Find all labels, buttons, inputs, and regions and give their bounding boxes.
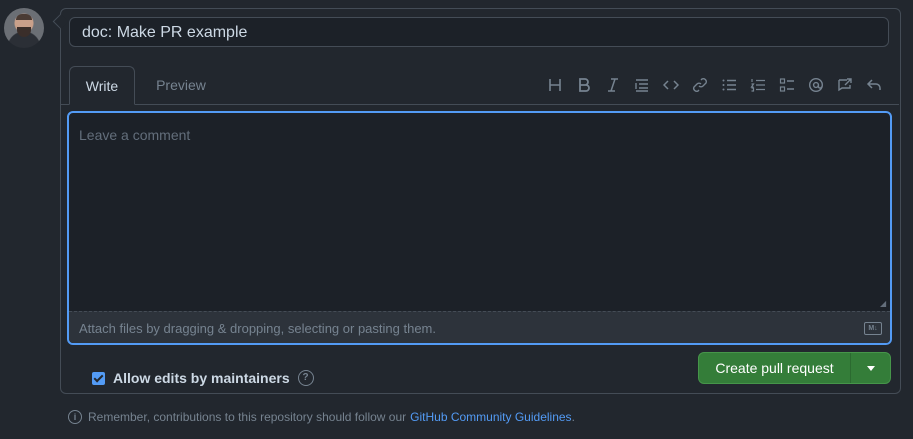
footer-note: i Remember, contributions to this reposi… (68, 410, 575, 424)
attach-files-text: Attach files by dragging & dropping, sel… (79, 321, 436, 336)
heading-icon[interactable] (540, 73, 569, 97)
create-options-dropdown[interactable] (851, 353, 890, 383)
reply-icon[interactable] (859, 73, 888, 97)
avatar-beard (17, 27, 31, 37)
caret-down-icon (866, 365, 875, 371)
create-pull-request-button-group: Create pull request (698, 352, 891, 384)
tab-write[interactable]: Write (69, 66, 135, 105)
allow-edits-checkbox[interactable] (92, 371, 105, 385)
task-list-icon[interactable] (772, 73, 801, 97)
bold-icon[interactable] (569, 73, 598, 97)
pr-title-input[interactable]: doc: Make PR example (69, 17, 889, 47)
comment-editor[interactable]: Leave a comment ◢ Attach files by draggi… (67, 111, 892, 345)
markdown-icon[interactable]: M↓ (864, 322, 882, 335)
code-icon[interactable] (656, 73, 685, 97)
community-guidelines-link[interactable]: GitHub Community Guidelines (410, 410, 571, 424)
avatar[interactable] (4, 8, 44, 48)
footer-text: Remember, contributions to this reposito… (88, 410, 407, 424)
resize-handle[interactable]: ◢ (880, 300, 888, 308)
attach-files-bar[interactable]: Attach files by dragging & dropping, sel… (69, 311, 890, 343)
comment-placeholder: Leave a comment (79, 127, 191, 143)
help-icon[interactable]: ? (297, 370, 314, 386)
link-icon[interactable] (685, 73, 714, 97)
tab-preview[interactable]: Preview (145, 66, 217, 105)
create-pull-request-button[interactable]: Create pull request (699, 353, 851, 383)
reference-icon[interactable] (830, 73, 859, 97)
allow-edits-option: Allow edits by maintainers ? (92, 370, 314, 386)
italic-icon[interactable] (598, 73, 627, 97)
numbered-list-icon[interactable] (743, 73, 772, 97)
info-icon: i (68, 410, 82, 424)
markdown-toolbar (540, 73, 888, 97)
footer-period: . (571, 410, 575, 424)
bulleted-list-icon[interactable] (714, 73, 743, 97)
quote-icon[interactable] (627, 73, 656, 97)
mention-icon[interactable] (801, 73, 830, 97)
allow-edits-label[interactable]: Allow edits by maintainers (113, 370, 290, 386)
avatar-hair (16, 14, 32, 20)
